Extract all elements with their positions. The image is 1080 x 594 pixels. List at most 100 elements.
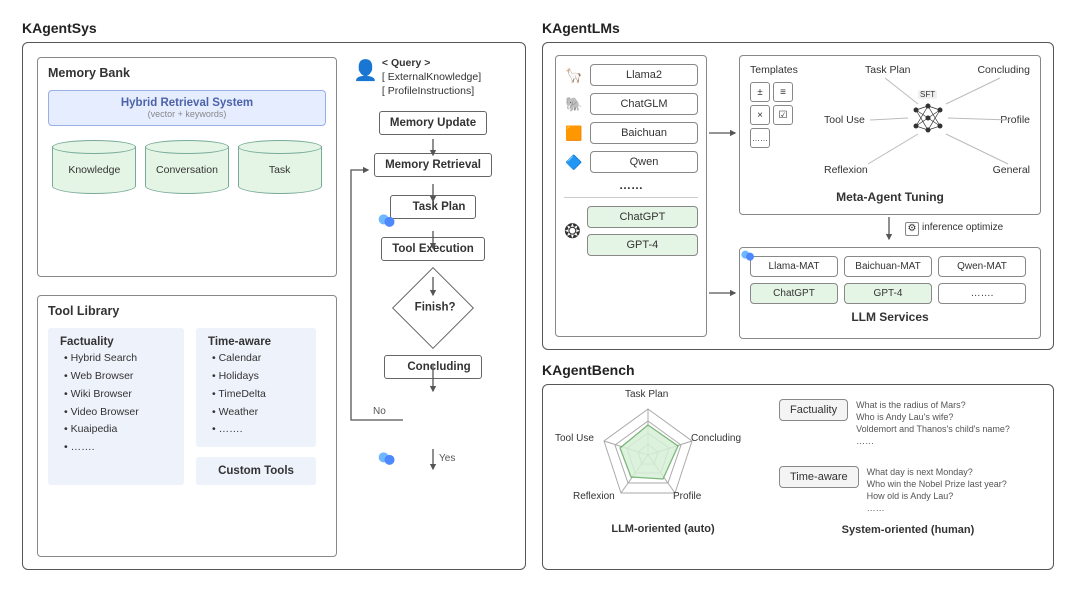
templates-group: ± × …… ≡ ☑ — [750, 82, 793, 148]
kagentbench-panel: Task Plan Concluding Profile Reflexion T… — [542, 384, 1054, 570]
flow-finish-decision: Finish? — [392, 267, 474, 349]
flow-memory-update: Memory Update — [379, 111, 487, 135]
model-icon: 🔷 — [564, 154, 584, 171]
list-item: Who win the Nobel Prize last year? — [867, 478, 1007, 490]
list-item: What day is next Monday? — [867, 466, 1007, 478]
factuality-header: Factuality — [60, 336, 172, 348]
templates-label: Templates — [750, 64, 798, 76]
hybrid-retrieval-sub: (vector + keywords) — [55, 109, 319, 119]
cylinder-conversation: Conversation — [145, 140, 229, 194]
tuning-profile-label: Profile — [1000, 114, 1030, 126]
radar-label-tooluse: Tool Use — [555, 433, 594, 444]
list-item: Video Browser — [60, 404, 172, 422]
model-icon: 🦙 — [564, 67, 584, 84]
timeaware-group: Time-aware CalendarHolidaysTimeDeltaWeat… — [196, 328, 316, 447]
model-row: 🟧Baichuan — [564, 122, 698, 144]
service-pill: Qwen-MAT — [938, 256, 1026, 277]
model-gpt4: GPT-4 — [587, 234, 698, 256]
service-pill: GPT-4 — [844, 283, 932, 304]
model-chatgpt: ChatGPT — [587, 206, 698, 228]
service-pill: ……. — [938, 283, 1026, 304]
tuning-tooluse-label: Tool Use — [824, 114, 865, 126]
cylinder-knowledge: Knowledge — [52, 140, 136, 194]
tuning-footer: Meta-Agent Tuning — [750, 190, 1030, 204]
model-row: 🦙 Llama2 — [564, 64, 698, 86]
openai-icon: ❂ — [564, 219, 581, 244]
query-label: < Query > — [382, 57, 481, 69]
list-item: Weather — [208, 404, 304, 422]
model-pill: Llama2 — [590, 64, 698, 86]
list-item: Kuaipedia — [60, 421, 172, 439]
petal-icon — [377, 449, 397, 469]
kagentlms-panel: 🦙 Llama2 🐘 ChatGLM 🟧Baichuan 🔷 Qwen …… ❂ ChatG… — [542, 42, 1054, 350]
list-item: TimeDelta — [208, 386, 304, 404]
models-dots: …… — [564, 178, 698, 192]
services-panel: Llama-MAT Baichuan-MAT Qwen-MAT ChatGPT GPT-… — [739, 247, 1041, 339]
timeaware-header: Time-aware — [208, 336, 304, 348]
model-row: 🐘 ChatGLM — [564, 93, 698, 115]
bench-factuality-label: Factuality — [779, 399, 848, 421]
radar-label-concluding: Concluding — [691, 433, 741, 444]
list-item: ……. — [60, 439, 172, 457]
timeaware-list: CalendarHolidaysTimeDeltaWeather……. — [208, 350, 304, 439]
factuality-group: Factuality Hybrid SearchWeb BrowserWiki … — [48, 328, 184, 485]
hybrid-retrieval-box: Hybrid Retrieval System (vector + keywor… — [48, 90, 326, 126]
memory-bank-panel: Memory Bank Hybrid Retrieval System (vec… — [37, 57, 337, 277]
model-pill: ChatGLM — [590, 93, 698, 115]
flow-concluding: Concluding — [384, 355, 481, 379]
service-pill: Baichuan-MAT — [844, 256, 932, 277]
model-icon: 🐘 — [564, 96, 584, 113]
list-item: Web Browser — [60, 368, 172, 386]
model-icon: 🟧 — [564, 125, 584, 142]
radar-label-reflexion: Reflexion — [573, 491, 615, 502]
flow-no-label: No — [373, 406, 386, 417]
bench-right-caption: System-oriented (human) — [779, 524, 1037, 536]
list-item: Who is Andy Lau's wife? — [856, 411, 1010, 423]
services-footer: LLM Services — [851, 310, 928, 324]
list-item: Calendar — [208, 350, 304, 368]
hybrid-retrieval-title: Hybrid Retrieval System — [55, 97, 319, 109]
flow-yes-label: Yes — [439, 453, 455, 464]
tuning-taskplan-label: Task Plan — [865, 64, 911, 76]
list-item: Wiki Browser — [60, 386, 172, 404]
model-row: 🔷 Qwen — [564, 151, 698, 173]
tuning-concluding-label: Concluding — [977, 64, 1030, 76]
person-icon: 👤 — [353, 61, 378, 81]
list-item: Holidays — [208, 368, 304, 386]
tool-library-panel: Tool Library Factuality Hybrid SearchWeb… — [37, 295, 337, 557]
model-pill: Qwen — [590, 151, 698, 173]
radar-block: Task Plan Concluding Profile Reflexion T… — [573, 391, 753, 535]
sft-node: SFT — [910, 100, 946, 136]
flow-memory-retrieval: Memory Retrieval — [374, 153, 492, 177]
profile-instructions-label: [ ProfileInstructions] — [382, 85, 481, 97]
flow-tool-execution: Tool Execution — [381, 237, 485, 261]
list-item: Voldemort and Thanos's child's name? — [856, 423, 1010, 435]
tool-library-title: Tool Library — [48, 304, 326, 318]
list-item: How old is Andy Lau? — [867, 490, 1007, 502]
kagentlms-title: KAgentLMs — [542, 20, 620, 36]
custom-tools: Custom Tools — [196, 457, 316, 485]
kagentbench-title: KAgentBench — [542, 362, 635, 378]
list-item: …… — [867, 502, 1007, 514]
bench-factuality-questions: What is the radius of Mars?Who is Andy L… — [856, 399, 1010, 448]
flow-column: 👤 < Query > [ ExternalKnowledge] [ Profi… — [353, 57, 513, 379]
list-item: What is the radius of Mars? — [856, 399, 1010, 411]
cylinder-task: Task — [238, 140, 322, 194]
external-knowledge-label: [ ExternalKnowledge] — [382, 71, 481, 83]
memory-bank-title: Memory Bank — [48, 66, 326, 80]
service-pill: Llama-MAT — [750, 256, 838, 277]
list-item: Hybrid Search — [60, 350, 172, 368]
inference-optimize-label: ⚙ inference optimize — [905, 222, 1003, 236]
optimize-icon: ⚙ — [905, 222, 919, 236]
flow-task-plan: Task Plan — [390, 195, 477, 219]
service-pill: ChatGPT — [750, 283, 838, 304]
kagentsys-title: KAgentSys — [22, 20, 97, 36]
tuning-reflexion-label: Reflexion — [824, 164, 868, 176]
tuning-general-label: General — [993, 164, 1030, 176]
bench-right-block: Factuality What is the radius of Mars?Wh… — [779, 399, 1037, 536]
bench-left-caption: LLM-oriented (auto) — [573, 523, 753, 535]
list-item: …… — [856, 435, 1010, 447]
open-models-list: 🦙 Llama2 🐘 ChatGLM 🟧Baichuan 🔷 Qwen — [564, 64, 698, 173]
services-grid: Llama-MAT Baichuan-MAT Qwen-MAT ChatGPT GPT-… — [750, 256, 1030, 304]
sft-badge: SFT — [918, 90, 937, 99]
